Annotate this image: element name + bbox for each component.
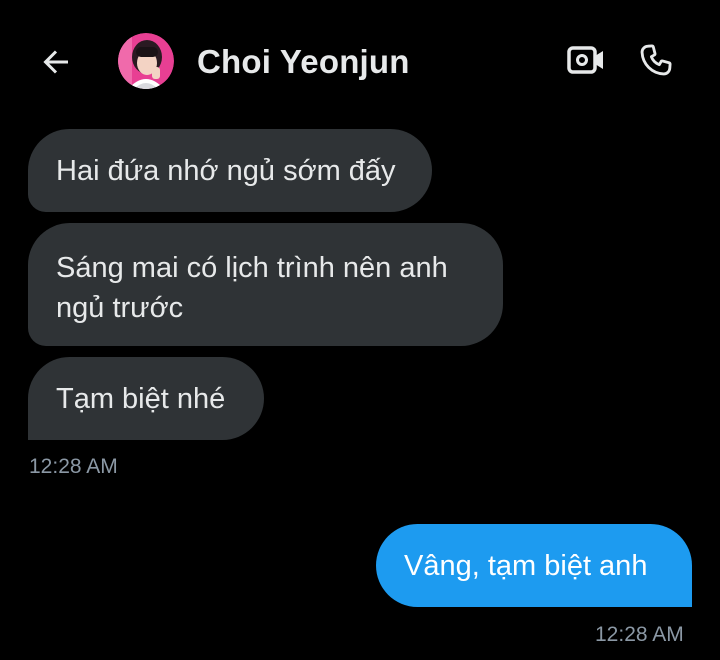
message-timestamp: 12:28 AM (29, 455, 118, 478)
video-call-button[interactable] (566, 40, 606, 80)
message-timestamp: 12:28 AM (595, 623, 684, 646)
outgoing-message[interactable]: Vâng, tạm biệt anh (376, 524, 692, 607)
incoming-message[interactable]: Sáng mai có lịch trình nên anh ngủ trước (28, 223, 503, 346)
message-text-line: ngủ trước (56, 292, 184, 324)
voice-call-button[interactable] (636, 39, 676, 81)
arrow-left-icon (43, 50, 68, 74)
message-text-line: Sáng mai có lịch trình nên anh (56, 252, 448, 284)
avatar-image (118, 33, 174, 89)
message-text: Vâng, tạm biệt anh (404, 550, 648, 582)
incoming-message[interactable]: Hai đứa nhớ ngủ sớm đấy (28, 129, 432, 212)
message-text: Hai đứa nhớ ngủ sớm đấy (56, 155, 396, 187)
contact-name[interactable]: Choi Yeonjun (197, 43, 410, 81)
avatar[interactable] (118, 33, 174, 89)
phone-icon (640, 44, 672, 76)
message-text: Tạm biệt nhé (56, 383, 226, 415)
incoming-message[interactable]: Tạm biệt nhé (28, 357, 264, 440)
video-camera-icon (567, 46, 603, 74)
chat-header: Choi Yeonjun (0, 0, 720, 120)
back-button[interactable] (36, 42, 76, 82)
